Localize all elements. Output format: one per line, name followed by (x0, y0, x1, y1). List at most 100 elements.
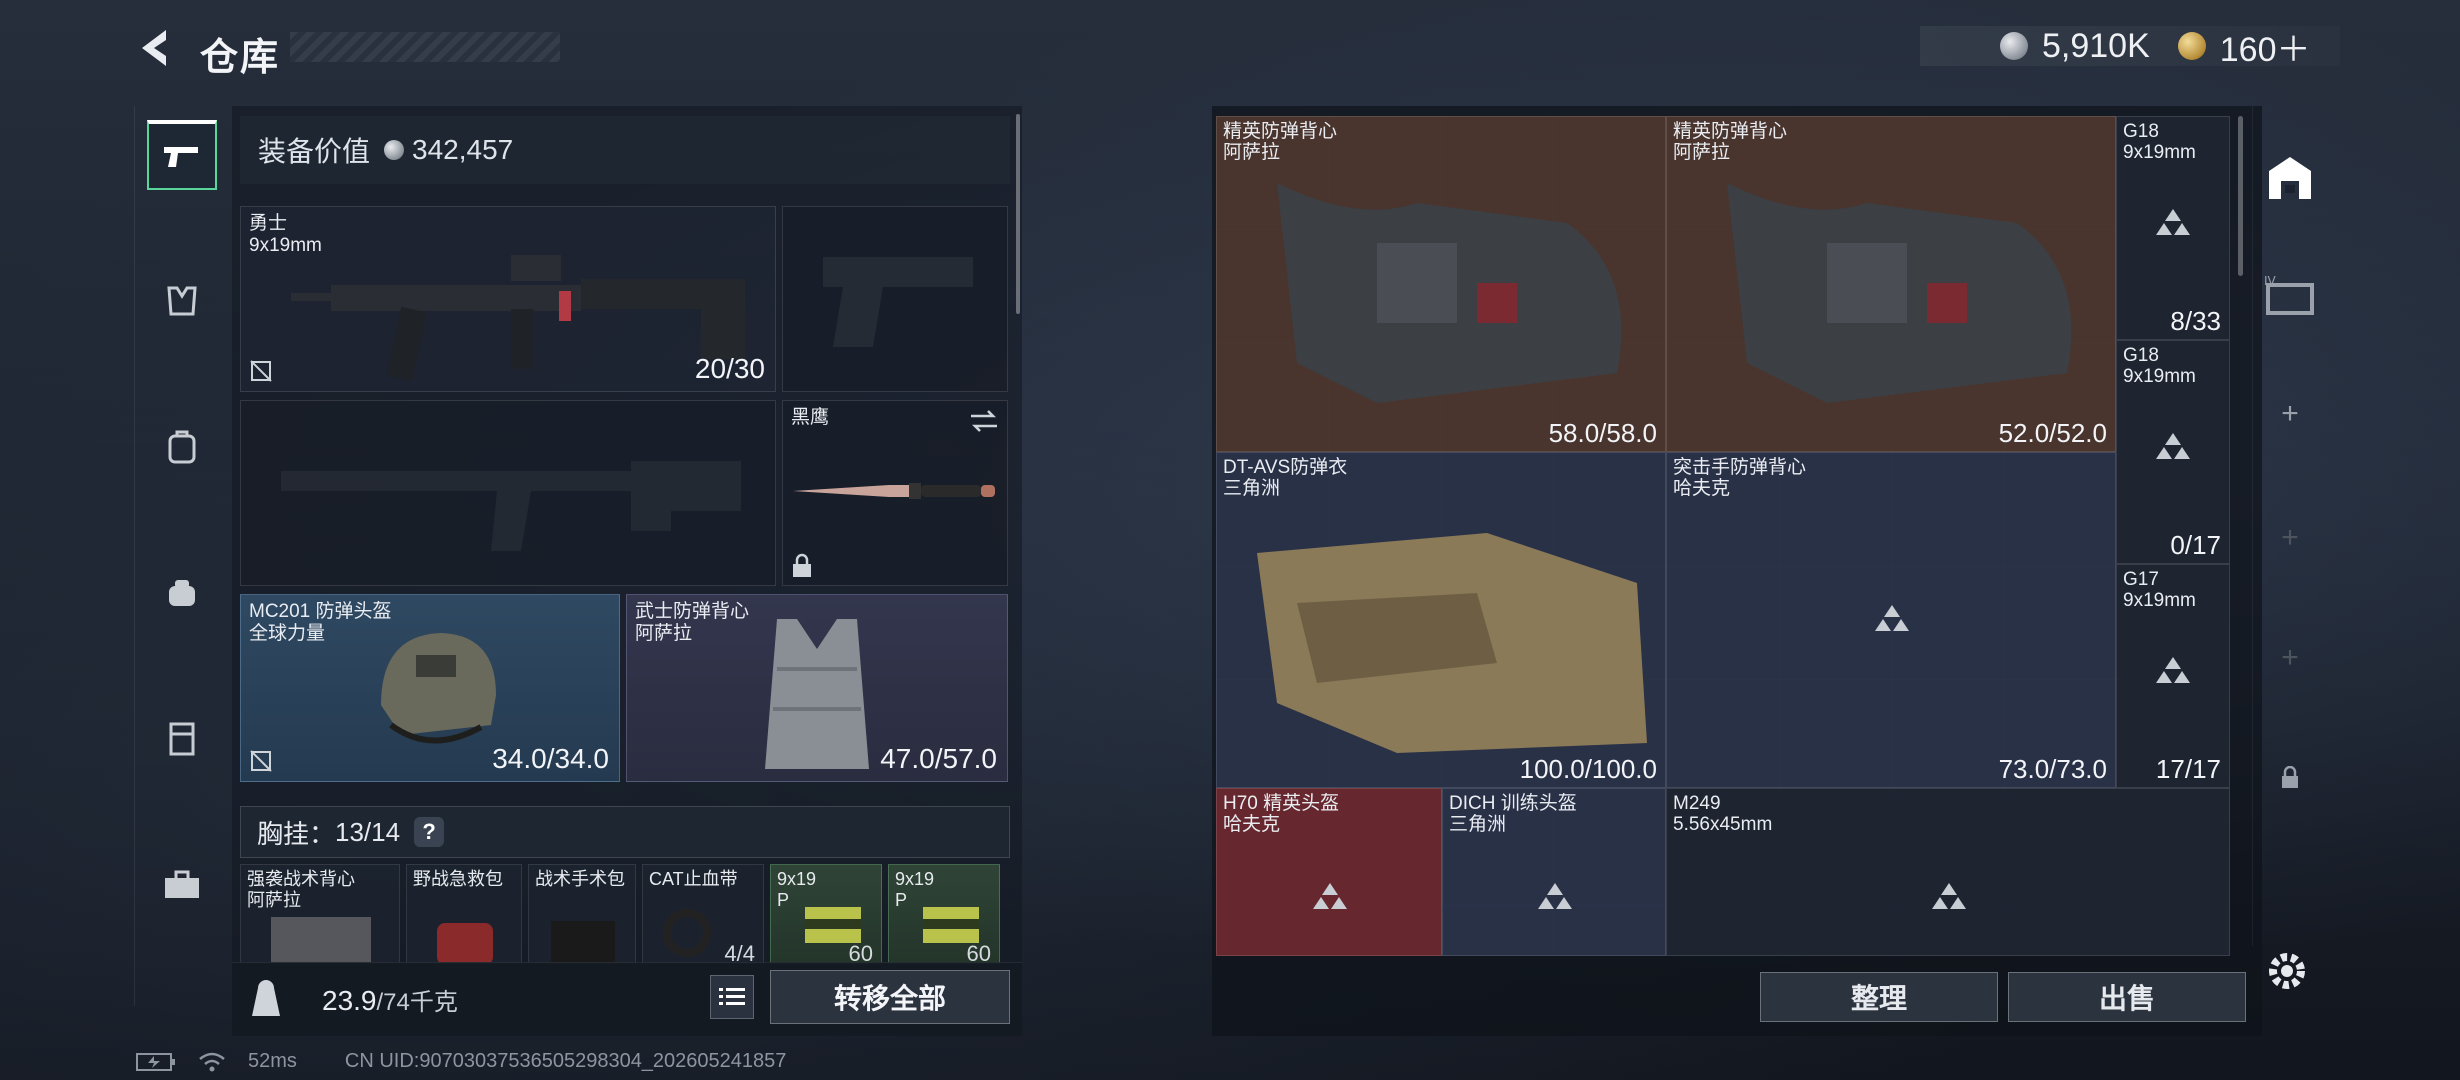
melee-name: 黑鹰 (791, 407, 830, 428)
storage-item-2[interactable]: G18 9x19mm 8/33 (2116, 116, 2230, 340)
storage-item-name: H70 精英头盔 (1223, 793, 1340, 814)
plus-icon: + (2281, 521, 2299, 554)
storage-item-name: DICH 训练头盔 (1449, 793, 1577, 814)
surgery-kit-image (551, 921, 615, 963)
armor-vest-image (765, 619, 869, 769)
melee-slot[interactable]: 黑鹰 (782, 400, 1008, 586)
rail-pouch[interactable] (147, 558, 217, 628)
back-arrow-icon[interactable] (132, 26, 176, 70)
storage-add-2[interactable]: + (2262, 510, 2318, 566)
primary-weapon-ammo: 20/30 (694, 353, 765, 384)
chest-item-0[interactable]: 强袭战术背心 阿萨拉 (240, 864, 400, 964)
helmet-image (381, 633, 496, 744)
chest-item-name: 9x19 (895, 869, 935, 889)
rail-container[interactable] (147, 704, 217, 774)
storage-tab-4[interactable]: IV (2262, 268, 2318, 324)
storage-item-1[interactable]: 精英防弹背心 阿萨拉 52.0/52.0 (1666, 116, 2116, 452)
storage-item-0[interactable]: 精英防弹背心 阿萨拉 58.0/58.0 (1216, 116, 1666, 452)
rail-case[interactable] (147, 850, 217, 920)
container-icon (169, 722, 195, 756)
chest-item-count: 60 (966, 941, 991, 964)
transfer-all-button[interactable]: 转移全部 (770, 970, 1010, 1024)
equipment-value-label: 装备价值 (258, 136, 371, 167)
storage-item-3[interactable]: G18 9x19mm 0/17 (2116, 340, 2230, 564)
first-aid-kit-image (437, 923, 493, 963)
storage-item-sub: 三角洲 (1449, 814, 1507, 835)
sell-button[interactable]: 出售 (2008, 972, 2246, 1022)
currency-bar: 5,910K 160＋ (1920, 26, 2340, 69)
storage-add-3[interactable]: + (2262, 630, 2318, 686)
secondary-weapon-slot[interactable] (782, 206, 1008, 392)
unknown-item-icon (2156, 433, 2190, 459)
storage-item-sub: 9x19mm (2123, 142, 2196, 163)
storage-scrollbar[interactable] (2238, 116, 2243, 276)
swap-icon[interactable] (969, 409, 999, 433)
loadout-scrollbar[interactable] (1016, 114, 1020, 314)
chest-item-name: CAT止血带 (649, 869, 738, 889)
weight-value: 23.9/74千克 (322, 982, 458, 1017)
primary-weapon-slot[interactable]: 勇士 9x19mm 20/30 (240, 206, 776, 392)
storage-item-4[interactable]: DT-AVS防弹衣 三角洲 100.0/100.0 (1216, 452, 1666, 788)
not-insured-icon (250, 360, 272, 382)
backpack-icon (168, 430, 196, 464)
settings-gear-icon[interactable] (2262, 946, 2312, 996)
unknown-item-icon (1932, 883, 1966, 909)
chest-rig-icon (167, 286, 197, 316)
armor-faction: 阿萨拉 (635, 623, 693, 644)
elite-vest-image (1727, 183, 2072, 403)
storage-tab-warehouse[interactable] (2262, 150, 2318, 206)
wifi-icon (199, 1052, 225, 1071)
chest-item-5[interactable]: 9x19 P 60 (888, 864, 1000, 964)
storage-item-5[interactable]: 突击手防弹背心 哈夫克 73.0/73.0 (1666, 452, 2116, 788)
storage-item-7[interactable]: H70 精英头盔 哈夫克 (1216, 788, 1442, 956)
storage-grid: 精英防弹背心 阿萨拉 58.0/58.0 精英防弹背心 阿萨拉 52.0/52.0 … (1216, 116, 2230, 956)
storage-item-sub: 5.56x45mm (1673, 814, 1773, 835)
gold-coin-icon (2177, 32, 2206, 60)
rifle-slot[interactable] (240, 400, 776, 586)
briefcase-icon (165, 870, 199, 898)
gold-amount[interactable]: 160＋ (2220, 22, 2311, 71)
title-decoration (290, 32, 560, 62)
rail-chest-rig[interactable] (147, 266, 217, 336)
weight-kg-icon (252, 980, 280, 1016)
helmet-slot[interactable]: MC201 防弹头盔 全球力量 34.0/34.0 (240, 594, 620, 782)
silver-amount: 5,910K (2042, 26, 2150, 65)
storage-item-9[interactable]: M249 5.56x45mm (1666, 788, 2230, 956)
storage-item-name: DT-AVS防弹衣 (1223, 457, 1348, 478)
rail-weapons[interactable] (147, 120, 217, 190)
armor-slot[interactable]: 武士防弹背心 阿萨拉 47.0/57.0 (626, 594, 1008, 782)
sort-button[interactable]: 整理 (1760, 972, 1998, 1022)
chest-help-button[interactable]: ? (414, 817, 445, 847)
dt-avs-armor-image (1257, 533, 1647, 753)
chest-item-2[interactable]: 战术手术包 (528, 864, 636, 964)
unknown-item-icon (1875, 605, 1909, 631)
storage-item-count: 58.0/58.0 (1548, 418, 1657, 448)
chest-item-sub: 阿萨拉 (247, 890, 301, 910)
storage-item-name: G18 (2123, 121, 2159, 142)
storage-item-sub: 哈夫克 (1223, 814, 1281, 835)
not-insured-icon (250, 750, 272, 772)
unknown-item-icon (1538, 883, 1572, 909)
chest-item-1[interactable]: 野战急救包 (406, 864, 522, 964)
chest-item-4[interactable]: 9x19 P 60 (770, 864, 882, 964)
chest-item-name: 野战急救包 (413, 869, 503, 889)
storage-item-sub: 9x19mm (2123, 590, 2196, 611)
storage-add-1[interactable]: + (2262, 386, 2318, 442)
list-view-button[interactable] (710, 975, 754, 1019)
chest-item-sub: P (895, 890, 908, 910)
storage-item-sub: 哈夫克 (1673, 478, 1731, 499)
plus-icon: + (2281, 641, 2299, 674)
list-icon (719, 988, 745, 1005)
storage-item-8[interactable]: DICH 训练头盔 三角洲 (1442, 788, 1666, 956)
chest-item-3[interactable]: CAT止血带 4/4 (642, 864, 764, 964)
rail-backpack[interactable] (147, 412, 217, 482)
storage-tab-locked[interactable] (2262, 750, 2318, 806)
storage-item-sub: 阿萨拉 (1223, 142, 1281, 163)
smg-image (291, 255, 745, 381)
pistol-icon (164, 147, 198, 167)
armor-name: 武士防弹背心 (635, 601, 750, 622)
storage-item-count: 17/17 (2155, 754, 2221, 784)
knife-image (793, 483, 995, 499)
pistol-silhouette-icon (823, 257, 973, 347)
storage-item-6[interactable]: G17 9x19mm 17/17 (2116, 564, 2230, 788)
